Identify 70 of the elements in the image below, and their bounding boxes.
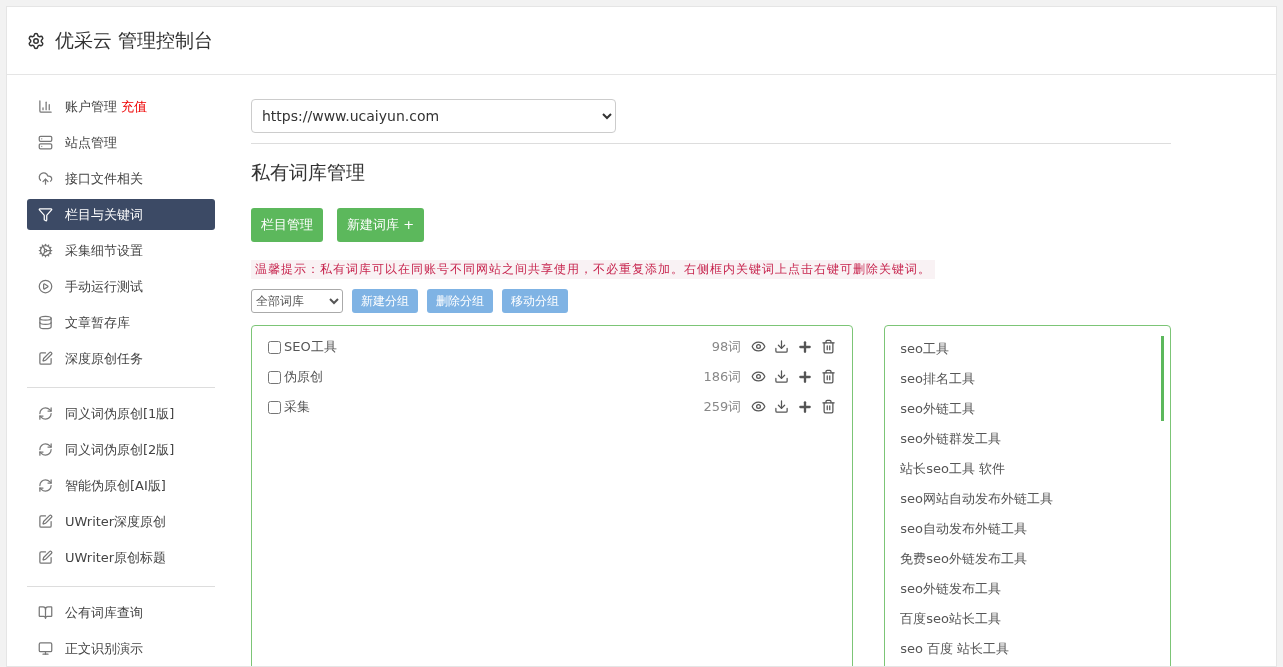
trash-icon[interactable] — [821, 369, 837, 384]
tip-text: 温馨提示：私有词库可以在同账号不同网站之间共享使用，不必重复添加。右侧框内关键词上点击右键可删除关键词。 — [251, 260, 935, 279]
sidebar-item[interactable]: 账户管理 充值 — [27, 91, 215, 122]
sidebar-item[interactable]: 手动运行测试 — [27, 271, 215, 302]
filter-icon — [38, 207, 53, 222]
trash-icon[interactable] — [821, 339, 837, 354]
page-heading: 私有词库管理 — [251, 160, 366, 185]
keyword-item[interactable]: 站长seo工具 软件 — [900, 454, 1161, 484]
bar-chart-icon — [38, 99, 53, 114]
plus-icon[interactable] — [797, 369, 814, 385]
book-icon — [38, 605, 53, 620]
sidebar-item[interactable]: 公有词库查询 — [27, 597, 215, 628]
keyword-item[interactable]: seo外链发布工具 — [900, 574, 1161, 604]
library-name: 采集 — [284, 398, 310, 416]
edit-icon — [38, 514, 53, 529]
refresh-icon — [38, 442, 53, 457]
play-icon — [38, 279, 53, 294]
console-title: 优采云 管理控制台 — [55, 27, 214, 53]
keyword-item[interactable]: seo 百度 站长工具 — [900, 634, 1161, 664]
site-select[interactable]: https://www.ucaiyun.com — [251, 99, 616, 133]
library-checkbox[interactable] — [268, 340, 281, 354]
gears-icon — [38, 243, 53, 258]
keyword-item[interactable]: 免费seo外链发布工具 — [900, 544, 1161, 574]
eye-icon[interactable] — [751, 369, 767, 384]
library-checkbox[interactable] — [268, 370, 281, 384]
word-count: 259词 — [703, 398, 742, 416]
sidebar-item[interactable]: 正文识别演示 — [27, 633, 215, 664]
keyword-item[interactable]: seo外链工具 — [900, 394, 1161, 424]
sidebar-item[interactable]: UWriter深度原创 — [27, 506, 215, 537]
cloud-upload-icon — [38, 171, 53, 186]
sidebar-item[interactable]: 站点管理 — [27, 127, 215, 158]
library-checkbox[interactable] — [268, 400, 281, 414]
scrollbar[interactable] — [1161, 336, 1164, 421]
sidebar-item[interactable]: 同义词伪原创[1版] — [27, 398, 215, 429]
download-icon[interactable] — [774, 339, 790, 354]
monitor-icon — [38, 641, 53, 656]
word-count: 98词 — [711, 338, 742, 356]
eye-icon[interactable] — [751, 399, 767, 414]
sidebar-item[interactable]: 栏目与关键词 — [27, 199, 215, 230]
group-select[interactable]: 全部词库 — [251, 289, 343, 313]
keyword-item[interactable]: seo工具 — [900, 334, 1161, 364]
plus-icon[interactable] — [797, 399, 814, 415]
keyword-item[interactable]: seo网站自动发布外链工具 — [900, 484, 1161, 514]
sidebar-item[interactable]: 智能伪原创[AI版] — [27, 470, 215, 501]
plus-icon[interactable] — [797, 339, 814, 355]
download-icon[interactable] — [774, 369, 790, 384]
download-icon[interactable] — [774, 399, 790, 414]
refresh-icon — [38, 478, 53, 493]
recharge-link[interactable]: 充值 — [121, 98, 148, 114]
keyword-item[interactable]: 百度seo站长工具 — [900, 604, 1161, 634]
library-name: SEO工具 — [284, 338, 337, 356]
sidebar-item[interactable]: UWriter原创标题 — [27, 542, 215, 573]
keyword-item[interactable]: seo排名工具 — [900, 364, 1161, 394]
library-name: 伪原创 — [284, 368, 323, 386]
refresh-icon — [38, 406, 53, 421]
server-icon — [38, 135, 53, 150]
edit-icon — [38, 550, 53, 565]
sidebar-item[interactable]: 采集细节设置 — [27, 235, 215, 266]
database-icon — [38, 315, 53, 330]
keyword-item[interactable]: seo自动发布外链工具 — [900, 514, 1161, 544]
sidebar-item[interactable]: 同义词伪原创[2版] — [27, 434, 215, 465]
sidebar-item[interactable]: 文章暂存库 — [27, 307, 215, 338]
settings-icon — [27, 31, 45, 50]
edit-icon — [38, 351, 53, 366]
eye-icon[interactable] — [751, 339, 767, 354]
word-count: 186词 — [703, 368, 742, 386]
sidebar-item[interactable]: 深度原创任务 — [27, 343, 215, 374]
trash-icon[interactable] — [821, 399, 837, 414]
keyword-item[interactable]: seo外链群发工具 — [900, 424, 1161, 454]
sidebar-item[interactable]: 接口文件相关 — [27, 163, 215, 194]
